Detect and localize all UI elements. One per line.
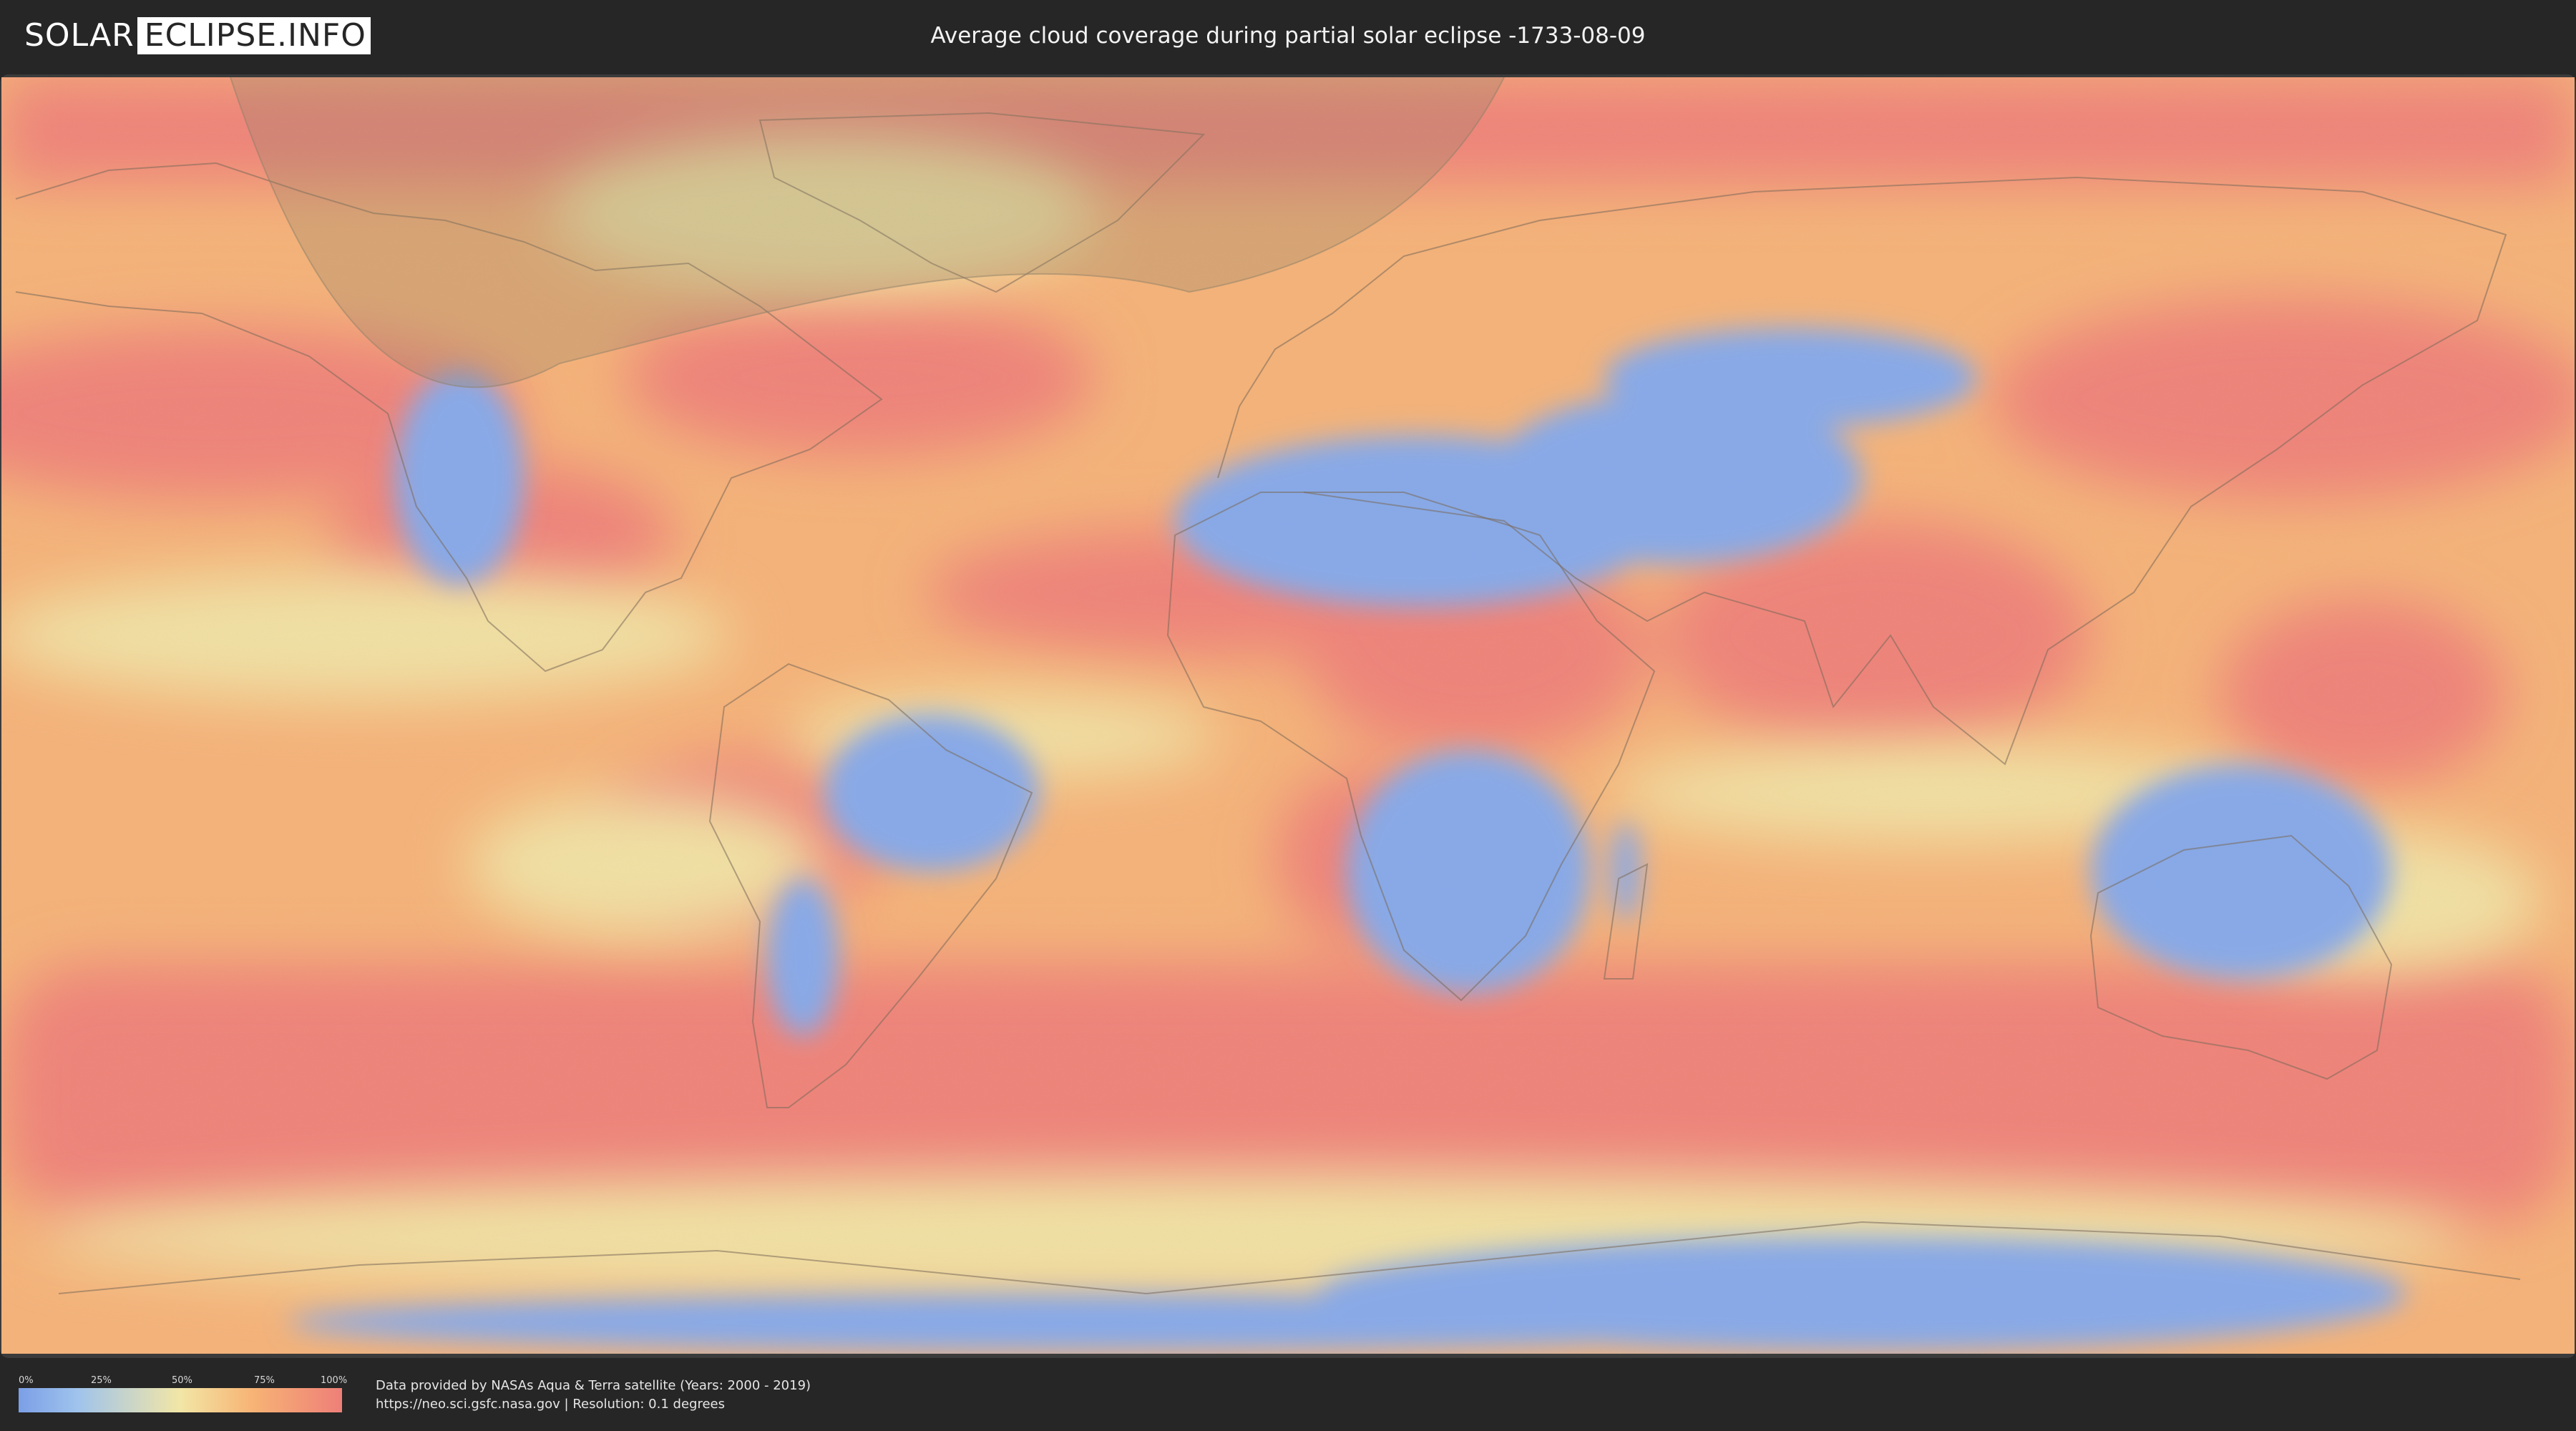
footer-bar [0, 1358, 2576, 1431]
data-source-link[interactable]: https://neo.sci.gsfc.nasa.gov | Resoluti… [376, 1397, 725, 1412]
header-bar: SOLAR ECLIPSE.INFO Average cloud coverag… [0, 0, 2576, 72]
page-title: Average cloud coverage during partial so… [930, 23, 1646, 49]
legend-tick-100: 100% [321, 1375, 348, 1386]
cloud-coverage-map[interactable] [1, 77, 2575, 1354]
data-credit: Data provided by NASAs Aqua & Terra sate… [376, 1378, 811, 1393]
legend-tick-50: 50% [172, 1375, 192, 1386]
legend-tick-75: 75% [254, 1375, 275, 1386]
legend-tick-25: 25% [91, 1375, 112, 1386]
legend-color-scale [19, 1388, 342, 1412]
legend-tick-0: 0% [19, 1375, 34, 1386]
